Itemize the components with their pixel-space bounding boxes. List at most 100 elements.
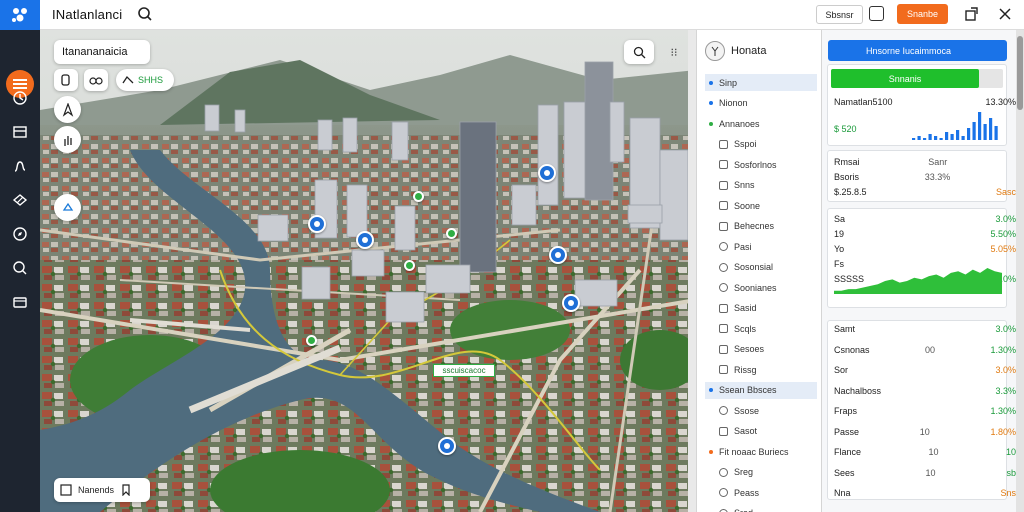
green-marker-icon[interactable] [446,228,457,239]
green-marker-icon[interactable] [306,335,317,346]
folder-icon[interactable] [12,294,28,310]
primary-action-button[interactable]: Snanbe [897,4,948,24]
stat-cell: 3.0% [995,365,1016,375]
secondary-action-button[interactable]: Sbsnsr [816,5,863,24]
layer-list-label: Sesoes [734,344,765,354]
card-icon[interactable] [12,124,28,140]
share-icon[interactable] [963,6,979,22]
search-icon[interactable] [12,260,28,276]
layer-list-label: Nionon [719,98,748,108]
stat-row: Sor 3.0% [834,365,1016,375]
layer-list-item[interactable]: Sosforlnos [705,156,817,173]
stat-cell: 3.0% [995,214,1016,224]
layer-list-item[interactable]: Nionon [705,95,817,112]
green-marker-icon[interactable] [413,191,424,202]
bar-mark [934,136,938,140]
stat-row: Sa 3.0% [834,214,1016,224]
location-pin-icon[interactable] [438,437,456,455]
layer-list-item[interactable]: Soonianes [705,279,817,296]
checkbox-icon [719,262,728,272]
layer-toggle-pill[interactable]: SHHS [116,69,174,91]
stat-cell: Sa [834,214,846,224]
top-bar: INatlanlanci Sbsnsr Snanbe [0,0,1024,30]
place-title-chip[interactable]: Itanananaicia [54,40,150,64]
route-icon[interactable] [12,158,28,174]
map-scrollbar[interactable] [688,30,696,512]
location-pin-icon[interactable] [562,294,580,312]
checkbox-icon [719,160,728,169]
layer-list-item[interactable]: Pasi [705,238,817,255]
stat-cell: 1.30% [990,406,1016,416]
panel-scrollbar[interactable] [1016,30,1024,512]
layer-list-item[interactable]: Ssose [705,402,817,419]
layer-list-label: Soone [734,200,761,211]
map-search-button[interactable] [624,40,654,64]
layer-list-item[interactable]: Annanoes [705,115,817,132]
layer-list-item[interactable]: Fit noaac Buriecs [705,443,817,460]
layer-list-item[interactable]: Behecnes [705,218,817,235]
bar-mark [994,126,998,140]
layer-list-item[interactable]: Snns [705,177,817,194]
layer-list-label: Sreg [734,467,754,477]
layer-list-item[interactable]: Rissg [705,361,817,378]
compass-icon[interactable] [12,226,28,242]
layer-list-item[interactable]: Sasid [705,300,817,317]
location-pin-icon[interactable] [549,246,567,264]
bar-mark [950,134,954,140]
app-logo-icon[interactable] [0,0,40,30]
bullet-icon [709,388,713,392]
layer-list-label: Pasi [734,241,752,252]
layer-list-item[interactable]: Sasot [705,423,817,440]
close-icon[interactable] [997,6,1013,22]
layer-list-item[interactable]: Sspoi [705,136,817,153]
clear-search-icon[interactable]: ⁝⁝ [660,40,688,64]
stats-header-button[interactable]: Hnsorne Iucaimmoca [828,40,1007,61]
location-pin-icon[interactable] [308,215,326,233]
binoculars-icon[interactable] [84,69,108,91]
layer-list-item[interactable]: Sreg [705,464,817,481]
stat-row: $.25.8.5 Sasc [834,187,1016,197]
layers-icon[interactable] [12,192,28,208]
layer-list-item[interactable]: Ssean Bbsces [705,381,817,399]
layer-list-item[interactable]: Srad [705,505,817,512]
bullet-icon [709,80,713,85]
green-marker-icon[interactable] [404,260,415,271]
scrollbar-thumb[interactable] [1017,36,1023,110]
stat-cell: sb [1006,467,1016,478]
avatar[interactable] [705,41,725,61]
layer-list-item[interactable]: Peass [705,484,817,501]
stat-cell: Sasc [995,187,1016,197]
layer-list-label: Annanoes [719,118,760,129]
tilt-icon[interactable] [54,69,78,91]
north-arrow-icon[interactable] [54,96,81,123]
checkbox-icon [719,242,728,251]
stat-cell: 1.30% [990,344,1016,355]
layer-list-label: Rissg [734,364,757,375]
stat-cell: Sor [834,365,849,375]
clock-icon[interactable] [12,90,28,106]
layer-list-item[interactable]: Scqls [705,320,817,337]
bottom-info-chip[interactable]: Nanends [54,478,150,502]
layer-list-item[interactable]: Sosonsial [705,259,817,276]
layer-list-item[interactable]: Sinp [705,74,817,91]
stat-cell: 00 [924,344,935,355]
location-pin-icon[interactable] [538,164,556,182]
checkbox-icon [719,508,728,512]
layer-list-label: Snns [734,180,755,190]
layer-list-item[interactable]: Sesoes [705,341,817,358]
hand-pan-icon[interactable] [54,126,81,153]
map-view[interactable]: Itanananaicia SHHS ⁝⁝ sscuiscacoc Nanend… [40,30,696,512]
fullscreen-icon[interactable] [869,6,884,21]
stat-cell: Rmsai [834,157,860,167]
layer-list-item[interactable]: Soone [705,197,817,214]
stat-cell: Bsoris [834,172,860,182]
stat-cell: Flance [834,447,862,457]
stat-cell: Nachalboss [834,385,882,396]
location-pin-icon[interactable] [356,231,374,249]
layer-list-label: Behecnes [734,221,775,231]
recycle-icon[interactable] [54,194,81,221]
search-icon[interactable] [137,6,153,22]
bar-mark [989,118,993,140]
progress-bar: Snnanis [831,69,1003,88]
stat-row: Sees 10 sb [834,468,1016,478]
